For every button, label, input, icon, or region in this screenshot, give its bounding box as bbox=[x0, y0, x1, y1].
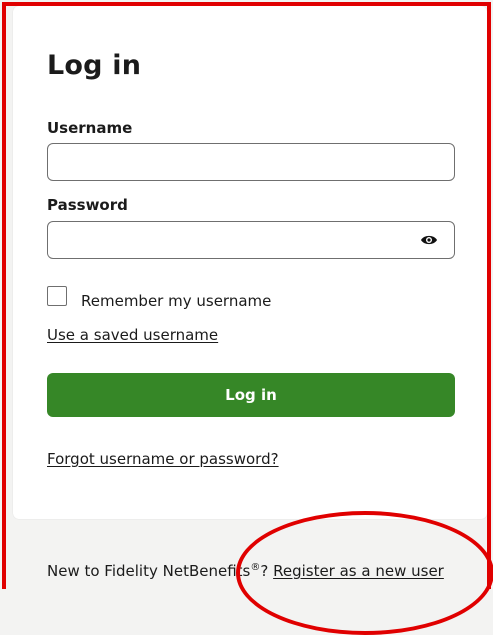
username-label: Username bbox=[47, 119, 133, 137]
footer-text: New to Fidelity NetBenefits bbox=[47, 562, 251, 580]
page-title: Log in bbox=[47, 50, 142, 81]
password-input[interactable] bbox=[47, 221, 455, 259]
show-password-eye-icon[interactable] bbox=[416, 230, 442, 250]
footer-separator: ? bbox=[260, 562, 274, 580]
use-saved-username-link[interactable]: Use a saved username bbox=[47, 326, 218, 344]
registered-mark: ® bbox=[250, 562, 261, 573]
register-footer: New to Fidelity NetBenefits®? Register a… bbox=[47, 562, 444, 580]
register-new-user-link[interactable]: Register as a new user bbox=[273, 562, 444, 580]
username-input[interactable] bbox=[47, 143, 455, 181]
remember-username-checkbox[interactable] bbox=[47, 286, 67, 306]
remember-username-label: Remember my username bbox=[81, 292, 272, 310]
login-card: Log in Username Password Remember my use… bbox=[13, 6, 487, 519]
forgot-username-password-link[interactable]: Forgot username or password? bbox=[47, 450, 279, 468]
log-in-button[interactable]: Log in bbox=[47, 373, 455, 417]
password-label: Password bbox=[47, 196, 128, 214]
